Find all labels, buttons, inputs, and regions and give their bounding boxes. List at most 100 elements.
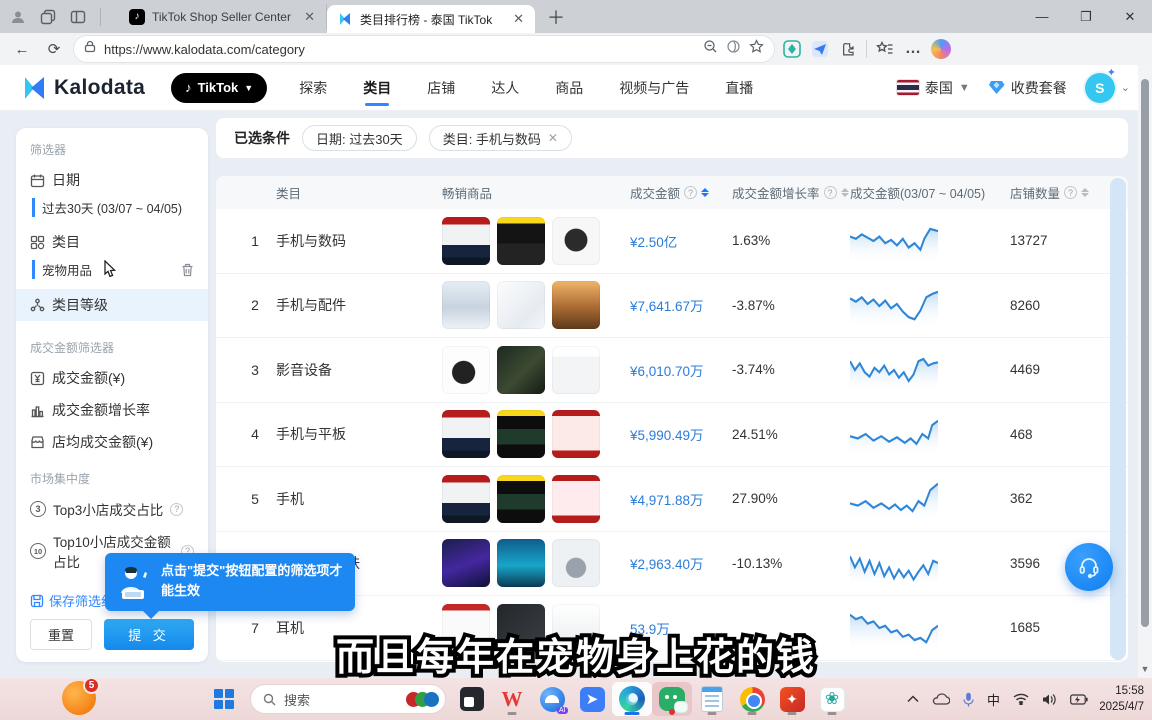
page-scrollbar[interactable]: ▼ (1138, 65, 1152, 678)
profile-icon[interactable] (10, 9, 26, 25)
nav-video-ads[interactable]: 视频与广告 (619, 64, 689, 112)
back-button[interactable]: ← (10, 41, 34, 58)
translate-extension-icon[interactable] (810, 39, 830, 59)
product-thumbnail[interactable] (497, 475, 545, 523)
sort-icon[interactable] (841, 188, 849, 197)
chip-category[interactable]: 类目: 手机与数码 ✕ (429, 125, 572, 151)
taskbar-app-chrome[interactable] (732, 682, 772, 716)
copilot-icon[interactable] (931, 39, 951, 59)
browser-tab-tiktok-seller[interactable]: ♪ TikTok Shop Seller Center | Cross ✕ (119, 4, 327, 30)
nav-creator[interactable]: 达人 (491, 64, 519, 112)
workspaces-icon[interactable] (40, 9, 56, 25)
nav-category[interactable]: 类目 (363, 64, 391, 112)
favorites-bar-icon[interactable] (875, 39, 895, 59)
customer-support-button[interactable] (1065, 543, 1113, 591)
product-thumbnail[interactable] (497, 217, 545, 265)
tab-layout-icon[interactable] (70, 9, 86, 25)
help-icon[interactable]: ? (684, 186, 697, 199)
category-name[interactable]: 影音设备 (276, 360, 442, 380)
tray-expand-icon[interactable] (907, 695, 919, 703)
taskbar-clock[interactable]: 15:58 2025/4/7 (1099, 683, 1144, 715)
notification-app-icon[interactable]: 5 (62, 681, 96, 715)
taskbar-app-edge[interactable] (612, 682, 652, 716)
category-name[interactable]: 手机 (276, 489, 442, 509)
product-thumbnail[interactable] (552, 475, 600, 523)
filter-date-value[interactable]: 过去30天 (03/07 ~ 04/05) (32, 198, 194, 217)
table-scrollbar-track[interactable] (1110, 178, 1126, 660)
sort-icon[interactable] (701, 188, 709, 197)
filter-gmv[interactable]: 成交金额(¥) (30, 368, 194, 388)
col-gmv-trend[interactable]: 成交金额(03/07 ~ 04/05) (850, 183, 1010, 202)
wifi-icon[interactable] (1013, 693, 1029, 705)
trash-icon[interactable] (181, 263, 194, 277)
table-row[interactable]: 1 手机与数码 ¥2.50亿 1.63% 13727 (216, 209, 1128, 274)
onedrive-cloud-icon[interactable] (932, 693, 950, 705)
account-menu[interactable]: ✦ S ⌄ (1085, 73, 1130, 103)
product-thumbnail[interactable] (497, 539, 545, 587)
taskbar-app-wechat[interactable] (652, 682, 692, 716)
page-scrollbar-thumb[interactable] (1141, 79, 1149, 627)
address-bar[interactable]: https://www.kalodata.com/category (74, 36, 774, 62)
chip-remove-icon[interactable]: ✕ (548, 131, 558, 145)
zoom-out-icon[interactable] (703, 39, 718, 59)
col-gmv-growth[interactable]: 成交金额增长率 ? (732, 183, 850, 202)
region-selector[interactable]: 泰国 ▼ (897, 78, 970, 98)
category-name[interactable]: 手机与配件 (276, 295, 442, 315)
battery-icon[interactable] (1070, 694, 1088, 705)
window-close-button[interactable]: ✕ (1108, 0, 1152, 33)
microphone-icon[interactable] (963, 692, 974, 707)
help-icon[interactable]: ? (170, 503, 183, 516)
product-thumbnail[interactable] (552, 410, 600, 458)
new-tab-button[interactable]: ＋ (535, 4, 577, 30)
gmv-value[interactable]: ¥5,990.49万 (630, 424, 732, 444)
taskbar-app-red[interactable]: ✦ (772, 682, 812, 716)
product-thumbnail[interactable] (442, 346, 490, 394)
gmv-value[interactable]: ¥4,971.88万 (630, 489, 732, 509)
ime-indicator[interactable]: 中 (987, 690, 1000, 709)
nav-product[interactable]: 商品 (555, 64, 583, 112)
taskbar-app-snip[interactable] (452, 682, 492, 716)
product-thumbnail[interactable] (442, 217, 490, 265)
kalodata-logo[interactable]: Kalodata (22, 75, 145, 101)
nav-explore[interactable]: 探索 (299, 64, 327, 112)
product-thumbnail[interactable] (442, 281, 490, 329)
taskbar-app-qqbrowser[interactable] (532, 682, 572, 716)
taskbar-app-wps[interactable]: W (492, 682, 532, 716)
category-name[interactable]: 手机与平板 (276, 424, 442, 444)
gmv-value[interactable]: ¥2,963.40万 (630, 553, 732, 573)
translate-icon[interactable] (726, 39, 741, 59)
pricing-link[interactable]: 收费套餐 (988, 78, 1067, 98)
table-row[interactable]: 5 手机 ¥4,971.88万 27.90% 362 (216, 467, 1128, 532)
gmv-value[interactable]: ¥7,641.67万 (630, 295, 732, 315)
product-thumbnail[interactable] (442, 410, 490, 458)
start-button[interactable] (214, 689, 234, 709)
col-hot-products[interactable]: 畅销商品 (442, 183, 630, 202)
window-minimize-button[interactable]: — (1020, 0, 1064, 33)
category-name[interactable]: 手机与数码 (276, 231, 442, 251)
nav-shop[interactable]: 店铺 (427, 64, 455, 112)
taskbar-app-notepad[interactable] (692, 682, 732, 716)
product-thumbnail[interactable] (552, 217, 600, 265)
filter-top3[interactable]: 3 Top3小店成交占比 ? (30, 499, 194, 519)
settings-ellipsis-icon[interactable]: … (903, 39, 923, 59)
tab-close-icon[interactable]: ✕ (301, 9, 318, 25)
product-thumbnail[interactable] (497, 346, 545, 394)
col-category[interactable]: 类目 (276, 183, 442, 202)
product-thumbnail[interactable] (552, 281, 600, 329)
refresh-button[interactable]: ⟳ (42, 40, 66, 58)
chip-date[interactable]: 日期: 过去30天 (302, 125, 417, 151)
filter-gmv-growth[interactable]: 成交金额增长率 (30, 400, 194, 420)
product-thumbnail[interactable] (552, 539, 600, 587)
table-row[interactable]: 4 手机与平板 ¥5,990.49万 24.51% 468 (216, 403, 1128, 468)
favorite-star-icon[interactable] (749, 39, 764, 59)
product-thumbnail[interactable] (442, 475, 490, 523)
taskbar-search[interactable]: 搜索 (250, 684, 446, 714)
browser-tab-kalodata[interactable]: 类目排行榜 - 泰国 TikTok ✕ (327, 5, 535, 33)
col-gmv[interactable]: 成交金额 ? (630, 183, 732, 202)
taskbar-app-flower[interactable]: ❀ (812, 682, 852, 716)
product-thumbnail[interactable] (497, 410, 545, 458)
help-icon[interactable]: ? (824, 186, 837, 199)
filter-category[interactable]: 类目 (30, 232, 194, 252)
taskbar-app-thunder[interactable]: ➤ (572, 682, 612, 716)
gmv-value[interactable]: ¥6,010.70万 (630, 360, 732, 380)
